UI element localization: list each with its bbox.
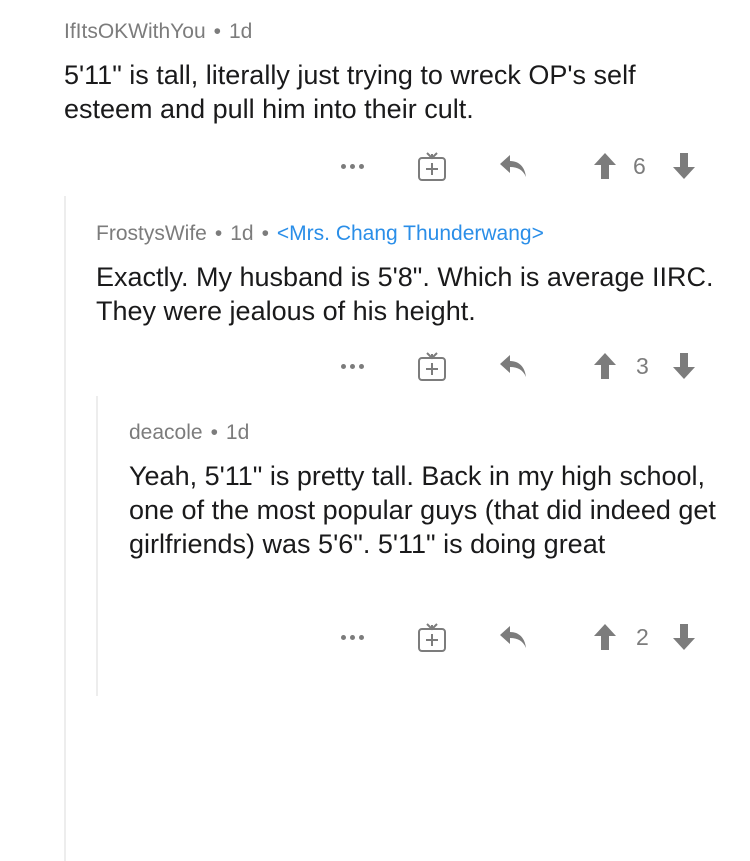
separator-dot: • <box>261 222 269 245</box>
comment-meta: FrostysWife • 1d • <Mrs. Chang Thunderwang> <box>96 222 736 246</box>
separator-dot: • <box>214 222 223 245</box>
comment-age: 1d <box>230 222 254 245</box>
upvote-icon[interactable] <box>593 617 617 657</box>
comment-age: 1d <box>225 421 250 444</box>
separator-dot: • <box>210 421 218 444</box>
comment: FrostysWife • 1d • <Mrs. Chang Thunderwang> … <box>96 222 736 328</box>
upvote-icon[interactable] <box>593 146 617 186</box>
comment-meta: deacole • 1d <box>129 421 729 445</box>
separator-dot: • <box>213 20 221 43</box>
thread-line[interactable] <box>64 196 66 861</box>
downvote-icon[interactable] <box>672 146 696 186</box>
reply-icon[interactable] <box>498 346 528 386</box>
comment-actions: 2 <box>0 617 750 657</box>
author-name[interactable]: deacole <box>129 421 203 444</box>
gift-award-icon[interactable] <box>417 617 447 657</box>
comment-actions: 3 <box>0 346 750 386</box>
vote-score: 2 <box>636 623 649 650</box>
vote-score: 3 <box>636 352 649 379</box>
more-options-icon[interactable] <box>337 146 367 186</box>
downvote-icon[interactable] <box>672 617 696 657</box>
comment-actions: 6 <box>0 146 750 186</box>
comment: IfItsOKWithYou • 1d 5'11" is tall, literal… <box>64 20 724 126</box>
gift-award-icon[interactable] <box>417 346 447 386</box>
comment-body: Yeah, 5'11" is pretty tall. Back in my h… <box>129 461 716 559</box>
comment-body: Exactly. My husband is 5'8". Which is av… <box>96 262 714 326</box>
reply-icon[interactable] <box>498 146 528 186</box>
author-name[interactable]: FrostysWife <box>96 222 207 245</box>
vote-score: 6 <box>633 152 646 179</box>
more-options-icon[interactable] <box>337 346 367 386</box>
more-options-icon[interactable] <box>337 617 367 657</box>
comment-meta: IfItsOKWithYou • 1d <box>64 20 724 44</box>
gift-award-icon[interactable] <box>417 146 447 186</box>
upvote-icon[interactable] <box>593 346 617 386</box>
user-flair: <Mrs. Chang Thunderwang> <box>276 222 544 245</box>
downvote-icon[interactable] <box>672 346 696 386</box>
comment: deacole • 1d Yeah, 5'11" is pretty tall. B… <box>129 421 729 561</box>
reply-icon[interactable] <box>498 617 528 657</box>
author-name[interactable]: IfItsOKWithYou <box>64 20 206 43</box>
comment-body: 5'11" is tall, literally just trying to … <box>64 60 636 124</box>
comment-age: 1d <box>228 20 253 43</box>
